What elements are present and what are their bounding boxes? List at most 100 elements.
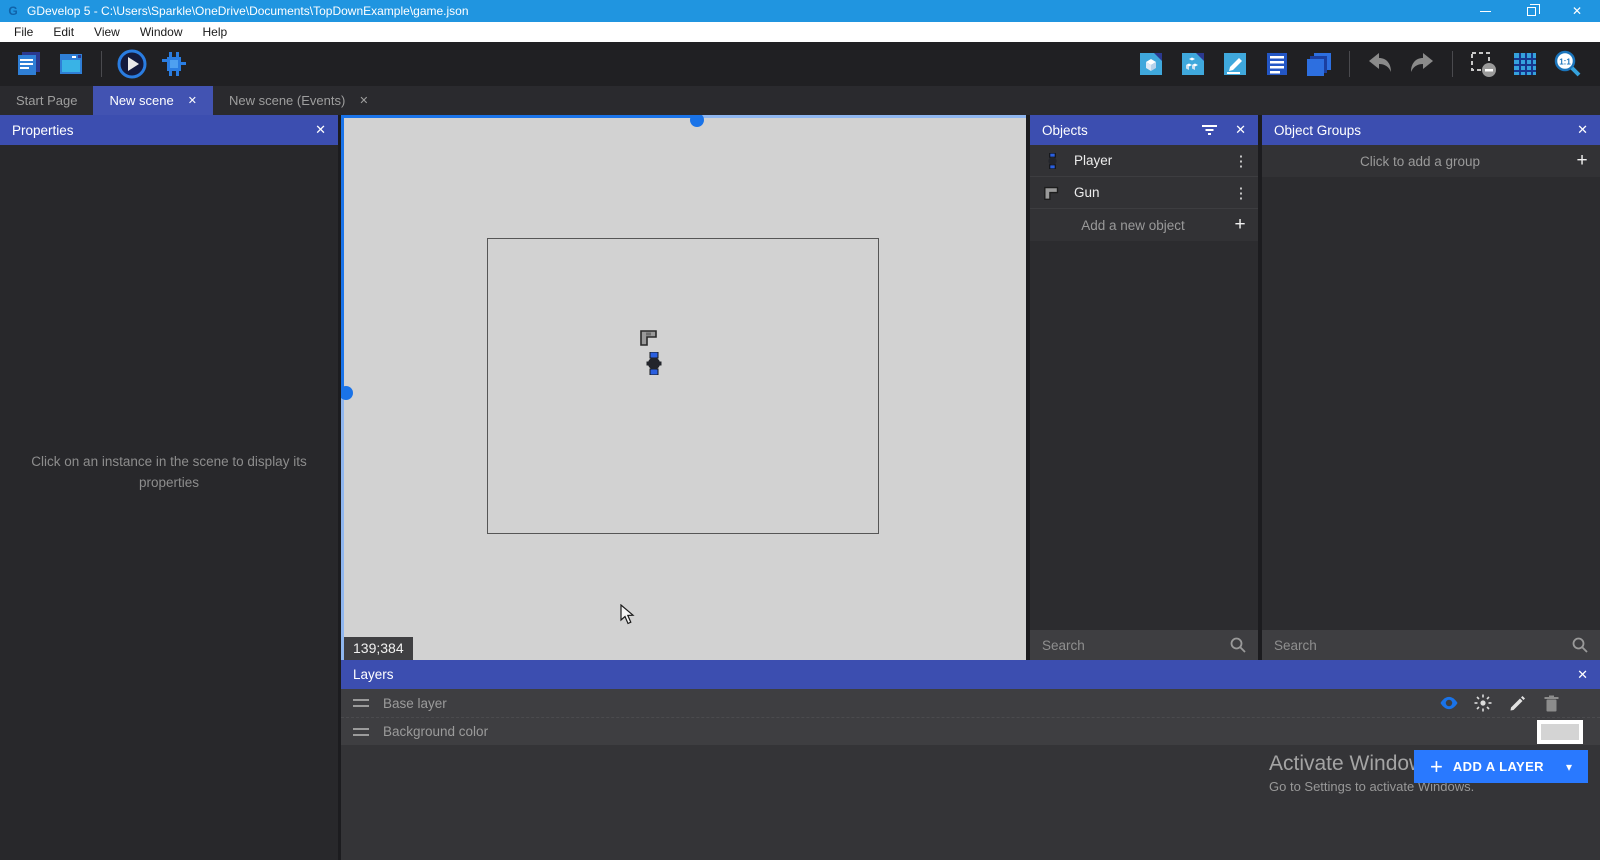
layer-row-background[interactable]: Background color (341, 717, 1600, 745)
canvas-vertical-scrollbar[interactable] (341, 115, 344, 660)
add-object-label: Add a new object (1030, 218, 1222, 233)
menu-edit[interactable]: Edit (43, 22, 84, 42)
canvas-horizontal-scrollbar[interactable] (341, 115, 1026, 118)
layer-visibility-toggle[interactable] (1440, 694, 1458, 712)
add-group-label: Click to add a group (1262, 154, 1564, 169)
menu-window[interactable]: Window (130, 22, 193, 42)
object-groups-search-input[interactable] (1274, 638, 1572, 653)
close-button[interactable]: ✕ (1554, 0, 1600, 22)
gun-instance[interactable] (640, 328, 659, 352)
clear-selection-button[interactable] (1467, 48, 1499, 80)
tab-close-icon[interactable]: ✕ (188, 94, 197, 107)
play-icon (116, 48, 148, 80)
scene-canvas[interactable]: 139;384 (341, 115, 1026, 660)
object-menu-icon[interactable]: ⋮ (1224, 152, 1258, 170)
add-object-plus-icon[interactable]: + (1222, 214, 1258, 236)
game-window-frame (487, 238, 879, 534)
open-object-groups-button[interactable] (1177, 48, 1209, 80)
object-groups-panel: Object Groups ✕ Click to add a group + (1262, 115, 1600, 660)
background-color-swatch[interactable] (1537, 720, 1583, 744)
svg-text:1:1: 1:1 (1559, 58, 1571, 67)
chevron-down-icon[interactable]: ▾ (1566, 760, 1572, 774)
main-area: Properties ✕ Click on an instance in the… (0, 115, 1600, 860)
search-icon (1572, 637, 1588, 653)
add-layer-button[interactable]: + ADD A LAYER ▾ (1414, 750, 1588, 783)
window-controls: ✕ (1462, 0, 1600, 22)
object-groups-search-bar (1262, 630, 1600, 660)
play-preview-button[interactable] (116, 48, 148, 80)
add-layer-label: ADD A LAYER (1453, 759, 1544, 774)
tab-label: New scene (109, 93, 173, 108)
layer-effects-button[interactable] (1474, 694, 1492, 712)
add-object-row[interactable]: Add a new object + (1030, 209, 1258, 241)
project-manager-button[interactable] (13, 48, 45, 80)
toggle-grid-button[interactable] (1509, 48, 1541, 80)
redo-button[interactable] (1406, 48, 1438, 80)
title-bar: G GDevelop 5 - C:\Users\Sparkle\OneDrive… (0, 0, 1600, 22)
tab-close-icon[interactable]: ✕ (359, 94, 368, 107)
player-instance[interactable] (646, 352, 662, 380)
menu-help[interactable]: Help (193, 22, 238, 42)
object-groups-panel-header: Object Groups ✕ (1262, 115, 1600, 145)
toolbar-separator (1349, 51, 1350, 77)
layers-panel: Layers ✕ Base layer (341, 660, 1600, 860)
minimize-icon (1480, 11, 1491, 12)
toolbar-separator (1452, 51, 1453, 77)
object-name: Player (1074, 153, 1224, 168)
open-objects-editor-button[interactable] (1135, 48, 1167, 80)
scrollbar-handle[interactable] (690, 115, 704, 127)
menu-file[interactable]: File (4, 22, 43, 42)
layer-delete-button[interactable] (1542, 694, 1560, 712)
close-panel-icon[interactable]: ✕ (1577, 122, 1588, 138)
open-layers-editor-button[interactable] (1303, 48, 1335, 80)
layer-actions (1440, 694, 1560, 712)
project-manager-icon (15, 50, 43, 78)
tab-start-page[interactable]: Start Page (0, 86, 93, 115)
layers-icon (1304, 50, 1334, 78)
object-row-player[interactable]: Player ⋮ (1030, 145, 1258, 177)
undo-icon (1365, 51, 1395, 77)
objects-search-input[interactable] (1042, 638, 1230, 653)
start-page-icon (57, 50, 85, 78)
debug-button[interactable] (158, 48, 190, 80)
mouse-cursor (620, 604, 635, 630)
scrollbar-handle[interactable] (341, 386, 353, 400)
add-group-plus-icon[interactable]: + (1564, 150, 1600, 172)
eye-icon (1440, 696, 1458, 710)
object-menu-icon[interactable]: ⋮ (1224, 184, 1258, 202)
tab-new-scene[interactable]: New scene ✕ (93, 86, 213, 115)
grid-icon (1511, 50, 1539, 78)
restore-icon (1527, 7, 1536, 16)
layer-name: Base layer (383, 696, 1440, 711)
restore-button[interactable] (1508, 0, 1554, 22)
object-row-gun[interactable]: Gun ⋮ (1030, 177, 1258, 209)
drag-handle-icon[interactable] (353, 699, 369, 707)
object-groups-empty-space (1262, 177, 1600, 630)
right-column: 139;384 Objects ✕ (341, 115, 1600, 860)
filter-icon[interactable] (1202, 124, 1217, 136)
toolbar-left-group (0, 48, 195, 80)
undo-button[interactable] (1364, 48, 1396, 80)
close-panel-icon[interactable]: ✕ (1235, 122, 1246, 138)
redo-icon (1407, 51, 1437, 77)
minimize-button[interactable] (1462, 0, 1508, 22)
objects-panel: Objects ✕ (1030, 115, 1258, 660)
tab-label: New scene (Events) (229, 93, 345, 108)
open-properties-button[interactable] (1219, 48, 1251, 80)
close-panel-icon[interactable]: ✕ (315, 122, 326, 138)
zoom-original-button[interactable]: 1:1 (1551, 48, 1583, 80)
objects-panel-empty-space (1030, 241, 1258, 630)
layer-edit-button[interactable] (1508, 694, 1526, 712)
plus-icon: + (1430, 756, 1443, 778)
start-page-button[interactable] (55, 48, 87, 80)
drag-handle-icon[interactable] (353, 728, 369, 736)
top-row: 139;384 Objects ✕ (341, 115, 1600, 660)
gdevelop-logo-icon: G (5, 4, 21, 18)
toolbar-separator (101, 51, 102, 77)
open-instances-list-button[interactable] (1261, 48, 1293, 80)
tab-new-scene-events[interactable]: New scene (Events) ✕ (213, 86, 385, 115)
close-panel-icon[interactable]: ✕ (1577, 667, 1588, 683)
layer-row-base[interactable]: Base layer (341, 689, 1600, 717)
add-group-row[interactable]: Click to add a group + (1262, 145, 1600, 177)
menu-view[interactable]: View (84, 22, 130, 42)
